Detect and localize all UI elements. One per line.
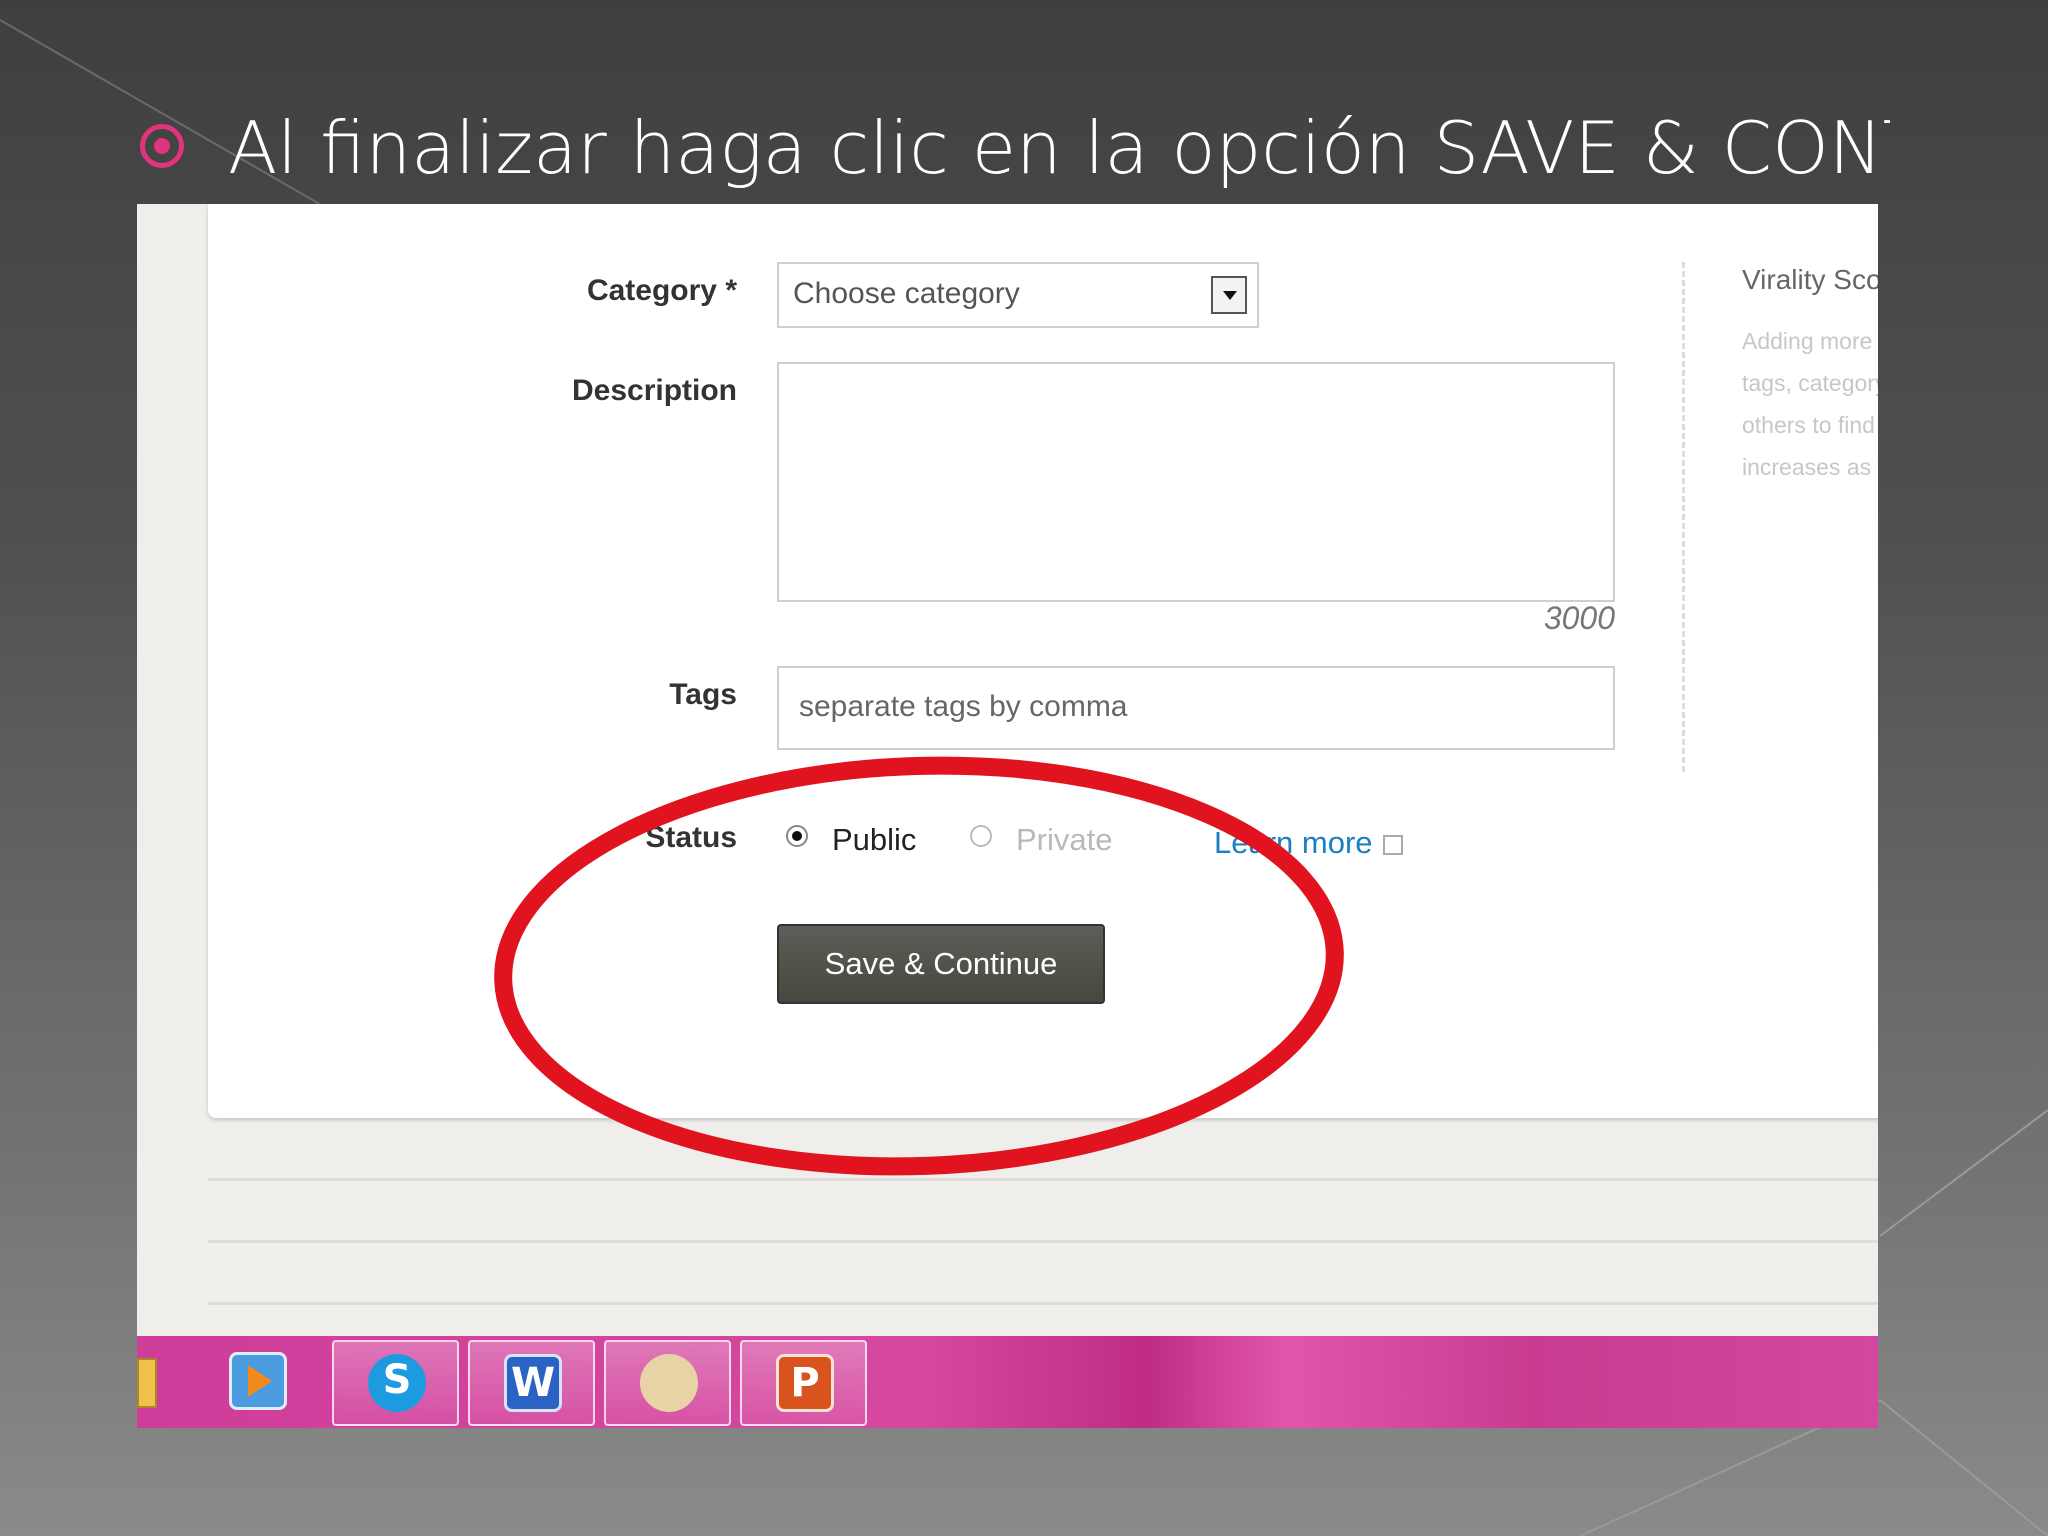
slide-title: Al finalizar haga clic en la opción SAVE… bbox=[140, 100, 1890, 204]
taskbar: S W P bbox=[137, 1336, 1878, 1428]
slide-title-text: Al finalizar haga clic en la opción SAVE… bbox=[228, 106, 1890, 190]
screenshot-panel: Category * Choose category Description 3… bbox=[137, 204, 1878, 1428]
taskbar-paint[interactable] bbox=[604, 1340, 731, 1426]
taskbar-powerpoint[interactable]: P bbox=[740, 1340, 867, 1426]
taskbar-word[interactable]: W bbox=[468, 1340, 595, 1426]
highlight-ring bbox=[494, 756, 1344, 1176]
skype-icon: S bbox=[368, 1354, 426, 1412]
folder-icon[interactable] bbox=[137, 1358, 157, 1408]
paint-icon bbox=[640, 1354, 698, 1412]
taskbar-skype[interactable]: S bbox=[332, 1340, 459, 1426]
taskbar-media-player[interactable] bbox=[195, 1340, 322, 1426]
powerpoint-icon: P bbox=[776, 1354, 834, 1412]
word-icon: W bbox=[504, 1354, 562, 1412]
media-player-icon bbox=[229, 1352, 287, 1410]
bullet-icon bbox=[140, 123, 184, 168]
